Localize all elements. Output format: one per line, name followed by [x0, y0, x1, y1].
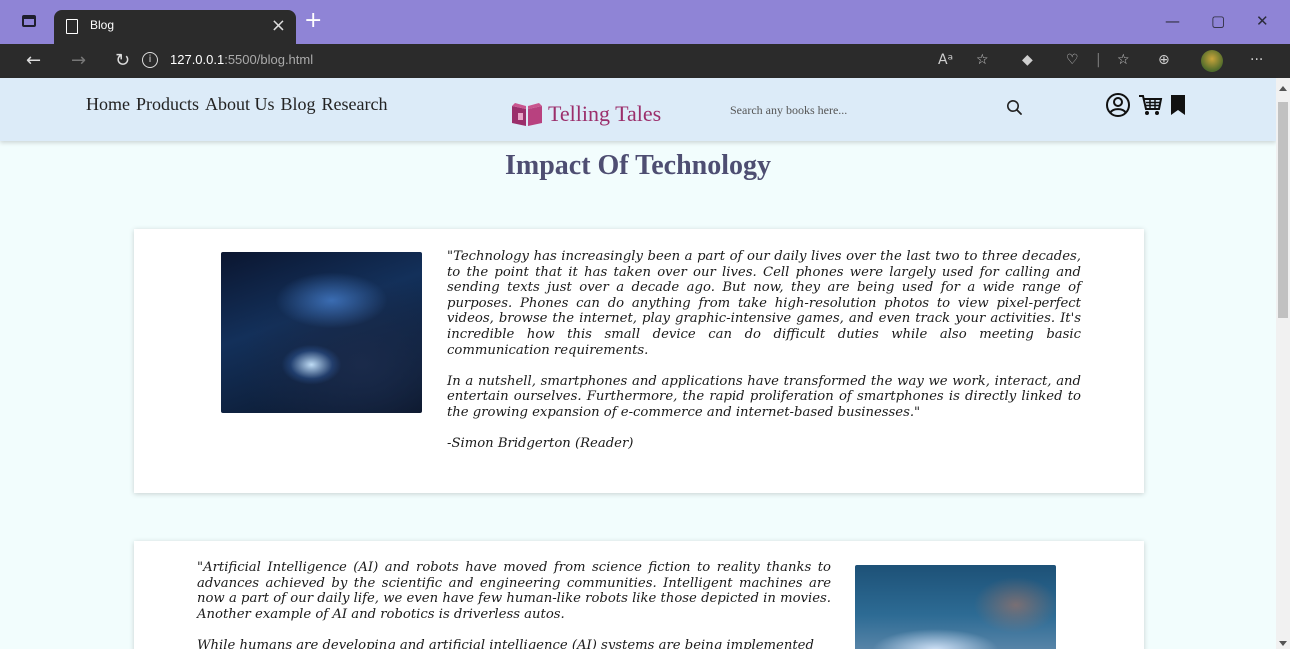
scroll-down-arrow[interactable] [1279, 641, 1287, 646]
toolbar-divider: | [1096, 52, 1101, 68]
post-paragraph: In a nutshell, smartphones and applicati… [447, 373, 1081, 420]
header-actions [1105, 92, 1187, 118]
browser-tab-bar: Blog × + — ▢ ✕ [0, 0, 1290, 44]
search-icon[interactable] [1005, 98, 1025, 118]
nav-products[interactable]: Products [136, 94, 199, 115]
tab-title: Blog [90, 18, 115, 32]
post-paragraph: "Artificial Intelligence (AI) and robots… [197, 560, 831, 622]
post-paragraph: While humans are developing and artifici… [197, 637, 814, 649]
site-info-icon[interactable]: i [142, 52, 158, 68]
address-bar: ← → ↻ i 127.0.0.1:5500/blog.html Aᵃ ☆ ◆ … [0, 44, 1290, 78]
browser-essentials-icon[interactable]: ♡ [1066, 52, 1079, 68]
site-header: Home Products About Us Blog Research Tel… [0, 78, 1276, 141]
bookmark-icon[interactable] [1169, 93, 1187, 117]
favorites-icon[interactable]: ☆ [1117, 52, 1130, 68]
blog-post-card: "Technology has increasingly been a part… [134, 229, 1144, 493]
forward-icon[interactable]: → [71, 50, 86, 71]
nav-home[interactable]: Home [86, 94, 130, 115]
main-nav: Home Products About Us Blog Research [86, 94, 388, 115]
cart-icon[interactable] [1137, 92, 1163, 118]
site-logo[interactable]: Telling Tales [510, 100, 661, 128]
new-tab-button[interactable]: + [304, 10, 322, 32]
url-field[interactable]: 127.0.0.1:5500/blog.html [170, 52, 313, 67]
open-book-logo-icon [512, 103, 542, 126]
tab-blog[interactable]: Blog × [54, 10, 296, 44]
post-text: "Artificial Intelligence (AI) and robots… [197, 560, 831, 649]
read-aloud-icon[interactable]: Aᵃ [938, 52, 953, 68]
scroll-up-arrow[interactable] [1279, 86, 1287, 91]
restore-button[interactable]: ▢ [1211, 12, 1225, 30]
back-icon[interactable]: ← [26, 50, 41, 71]
nav-about-us[interactable]: About Us [205, 94, 275, 115]
extension-icon[interactable]: ◆ [1022, 52, 1033, 68]
scroll-thumb[interactable] [1278, 102, 1288, 318]
page-title: Impact Of Technology [504, 150, 772, 181]
post-paragraph: "Technology has increasingly been a part… [447, 249, 1081, 358]
nav-research[interactable]: Research [322, 94, 388, 115]
collections-icon[interactable]: ⊕ [1158, 52, 1170, 68]
page-icon [66, 19, 78, 34]
search-input[interactable] [730, 98, 1000, 122]
account-icon[interactable] [1105, 92, 1131, 118]
minimize-button[interactable]: — [1165, 12, 1180, 30]
close-tab-icon[interactable]: × [271, 15, 286, 36]
window-menu-icon[interactable] [22, 15, 36, 27]
close-window-button[interactable]: ✕ [1256, 12, 1269, 30]
profile-avatar[interactable] [1201, 50, 1223, 72]
post-text: "Technology has increasingly been a part… [447, 249, 1081, 467]
nav-blog[interactable]: Blog [281, 94, 316, 115]
more-icon[interactable]: ··· [1250, 52, 1263, 68]
ai-network-image [855, 565, 1056, 649]
favorite-add-icon[interactable]: ☆ [976, 52, 989, 68]
refresh-icon[interactable]: ↻ [115, 50, 130, 71]
blog-post-card: "Artificial Intelligence (AI) and robots… [134, 541, 1144, 649]
technology-hand-globe-image [221, 252, 422, 413]
post-author: -Simon Bridgerton (Reader) [447, 436, 634, 452]
logo-text: Telling Tales [548, 101, 662, 126]
page-scrollbar[interactable] [1276, 78, 1290, 649]
